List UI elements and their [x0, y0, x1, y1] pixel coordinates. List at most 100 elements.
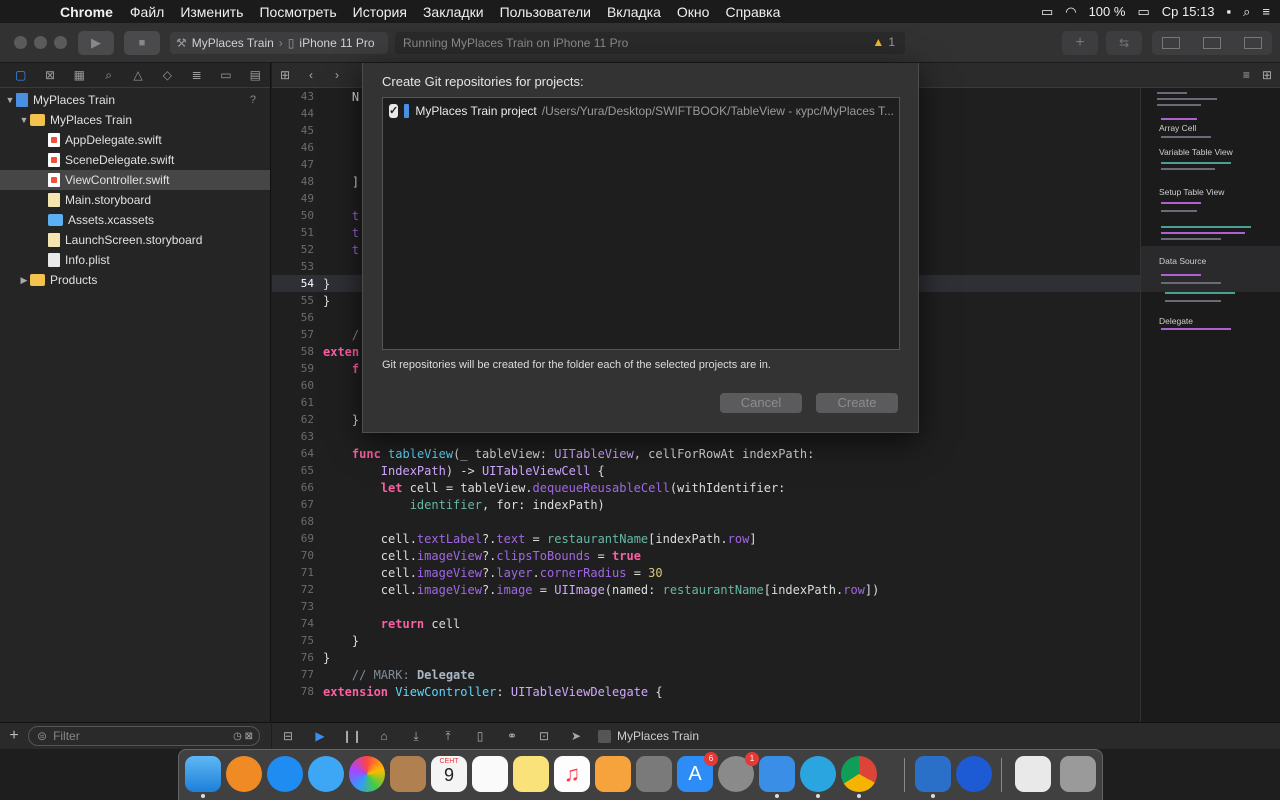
reminders-icon[interactable]	[472, 756, 508, 792]
projects-list[interactable]: ✓ MyPlaces Train project /Users/Yura/Des…	[382, 97, 900, 350]
minimap[interactable]: Array Cell Variable Table View Setup Tab…	[1140, 88, 1280, 722]
warning-indicator[interactable]: ▲ 1	[872, 35, 895, 49]
filter-field[interactable]: ⊜ Filter ◷ ⊠	[28, 726, 260, 746]
menu-users[interactable]: Пользователи	[492, 4, 599, 20]
system-preferences-icon[interactable]: 1	[718, 752, 759, 792]
minimap-mark[interactable]: Delegate	[1159, 316, 1193, 326]
calculator-icon[interactable]	[636, 756, 672, 792]
navigator-toggle-icon[interactable]	[1162, 37, 1180, 49]
debug-navigator-icon[interactable]: ≣	[182, 68, 211, 82]
related-items-icon[interactable]: ⊞	[272, 68, 298, 82]
notes-icon[interactable]	[513, 756, 549, 792]
back-arrow-icon[interactable]: ‹	[298, 68, 324, 82]
view-debugger-icon[interactable]: ▯	[464, 729, 496, 743]
disclosure-open-icon[interactable]: ▼	[4, 95, 16, 105]
trash-icon[interactable]	[1060, 756, 1096, 792]
symbol-navigator-icon[interactable]: ▦	[65, 68, 94, 82]
cancel-button[interactable]: Cancel	[720, 393, 802, 413]
quicktime-icon[interactable]	[956, 756, 992, 792]
menu-tab[interactable]: Вкладка	[599, 4, 669, 20]
tree-file[interactable]: Main.storyboard	[0, 190, 270, 210]
books-icon[interactable]	[226, 756, 262, 792]
tree-products[interactable]: ▶ Products	[0, 270, 270, 290]
menu-bookmarks[interactable]: Закладки	[415, 4, 492, 20]
safari-icon[interactable]	[267, 756, 303, 792]
create-button[interactable]: Create	[816, 393, 898, 413]
minimap-mark[interactable]: Data Source	[1159, 256, 1206, 266]
xcode-icon[interactable]	[759, 756, 795, 798]
scheme-selector[interactable]: ⚒ MyPlaces Train › ▯ iPhone 11 Pro	[170, 32, 388, 54]
flag-icon[interactable]: ▪	[1227, 4, 1232, 19]
menu-window[interactable]: Окно	[669, 4, 718, 20]
menubar-clock[interactable]: Ср 15:13	[1162, 4, 1215, 19]
telegram-icon[interactable]	[800, 756, 836, 798]
menu-app-name[interactable]: Chrome	[52, 4, 122, 20]
tree-file[interactable]: SceneDelegate.swift	[0, 150, 270, 170]
hide-debug-area-icon[interactable]: ⊟	[272, 729, 304, 743]
tree-file[interactable]: AppDelegate.swift	[0, 130, 270, 150]
project-row[interactable]: ✓ MyPlaces Train project /Users/Yura/Des…	[389, 103, 894, 119]
debug-target[interactable]: MyPlaces Train	[598, 729, 699, 743]
device-name[interactable]: iPhone 11 Pro	[299, 36, 374, 50]
notification-center-icon[interactable]: ≡	[1262, 4, 1270, 19]
display-icon[interactable]: ▭	[1041, 4, 1053, 20]
menu-view[interactable]: Посмотреть	[251, 4, 344, 20]
messages-icon[interactable]	[308, 756, 344, 792]
tree-file-selected[interactable]: ViewController.swift	[0, 170, 270, 190]
project-navigator-icon[interactable]: ▢	[6, 68, 35, 82]
minimap-viewport[interactable]	[1141, 246, 1280, 292]
wifi-icon[interactable]: ◠	[1065, 4, 1076, 20]
library-button[interactable]: +	[1062, 31, 1098, 55]
window-close-button[interactable]	[14, 36, 27, 49]
chrome-icon[interactable]	[841, 756, 877, 798]
step-into-icon[interactable]: ⤓	[400, 729, 432, 744]
menu-history[interactable]: История	[345, 4, 415, 20]
source-control-icon[interactable]: ⊠	[35, 68, 64, 82]
issue-navigator-icon[interactable]: △	[123, 68, 152, 82]
project-checkbox[interactable]: ✓	[389, 104, 399, 118]
music-icon[interactable]: ♫	[554, 756, 590, 792]
run-button[interactable]: ▶	[78, 31, 114, 55]
step-out-icon[interactable]: ⤒	[432, 729, 464, 744]
test-navigator-icon[interactable]: ◇	[153, 68, 182, 82]
downloads-stack-icon[interactable]	[1015, 756, 1051, 792]
tree-group[interactable]: ▼ MyPlaces Train	[0, 110, 270, 130]
contacts-icon[interactable]	[390, 756, 426, 792]
editor-options-icon[interactable]: ≡	[1243, 68, 1250, 82]
keynote-icon[interactable]	[595, 756, 631, 792]
menu-edit[interactable]: Изменить	[172, 4, 251, 20]
disclosure-open-icon[interactable]: ▼	[18, 115, 30, 125]
tree-project[interactable]: ▼ MyPlaces Train ?	[0, 90, 270, 110]
photos-icon[interactable]	[349, 756, 385, 792]
memory-graph-icon[interactable]: ⚭	[496, 729, 528, 743]
breakpoint-navigator-icon[interactable]: ▭	[211, 68, 240, 82]
inspector-toggle-icon[interactable]	[1244, 37, 1262, 49]
calendar-icon[interactable]: СЕНТ 9	[431, 756, 467, 792]
stop-button[interactable]: ■	[124, 31, 160, 55]
report-navigator-icon[interactable]: ▤	[241, 68, 270, 82]
tree-file[interactable]: Assets.xcassets	[0, 210, 270, 230]
find-navigator-icon[interactable]: ⌕	[94, 68, 123, 83]
step-over-icon[interactable]: ⌂	[368, 729, 400, 743]
recent-files-icon[interactable]: ◷ ⊠	[233, 731, 253, 742]
debug-area-toggle-icon[interactable]	[1203, 37, 1221, 49]
window-minimize-button[interactable]	[34, 36, 47, 49]
minimap-mark[interactable]: Array Cell	[1159, 123, 1196, 133]
menu-file[interactable]: Файл	[122, 4, 172, 20]
disclosure-closed-icon[interactable]: ▶	[18, 275, 30, 286]
finder-icon[interactable]	[185, 756, 221, 798]
add-file-button[interactable]: +	[0, 727, 28, 745]
forward-arrow-icon[interactable]: ›	[324, 68, 350, 82]
breakpoints-toggle-icon[interactable]: ▶	[304, 729, 336, 743]
spotlight-search-icon[interactable]: ⌕	[1243, 4, 1250, 20]
battery-icon[interactable]: ▭	[1137, 4, 1149, 20]
menu-help[interactable]: Справка	[717, 4, 788, 20]
minimap-mark[interactable]: Variable Table View	[1159, 147, 1233, 157]
minimap-mark[interactable]: Setup Table View	[1159, 187, 1224, 197]
simulate-location-icon[interactable]: ➤	[560, 729, 592, 743]
window-zoom-button[interactable]	[54, 36, 67, 49]
tree-file[interactable]: Info.plist	[0, 250, 270, 270]
code-review-button[interactable]: ⇆	[1106, 31, 1142, 55]
tree-file[interactable]: LaunchScreen.storyboard	[0, 230, 270, 250]
app-store-icon[interactable]: A6	[677, 752, 718, 792]
